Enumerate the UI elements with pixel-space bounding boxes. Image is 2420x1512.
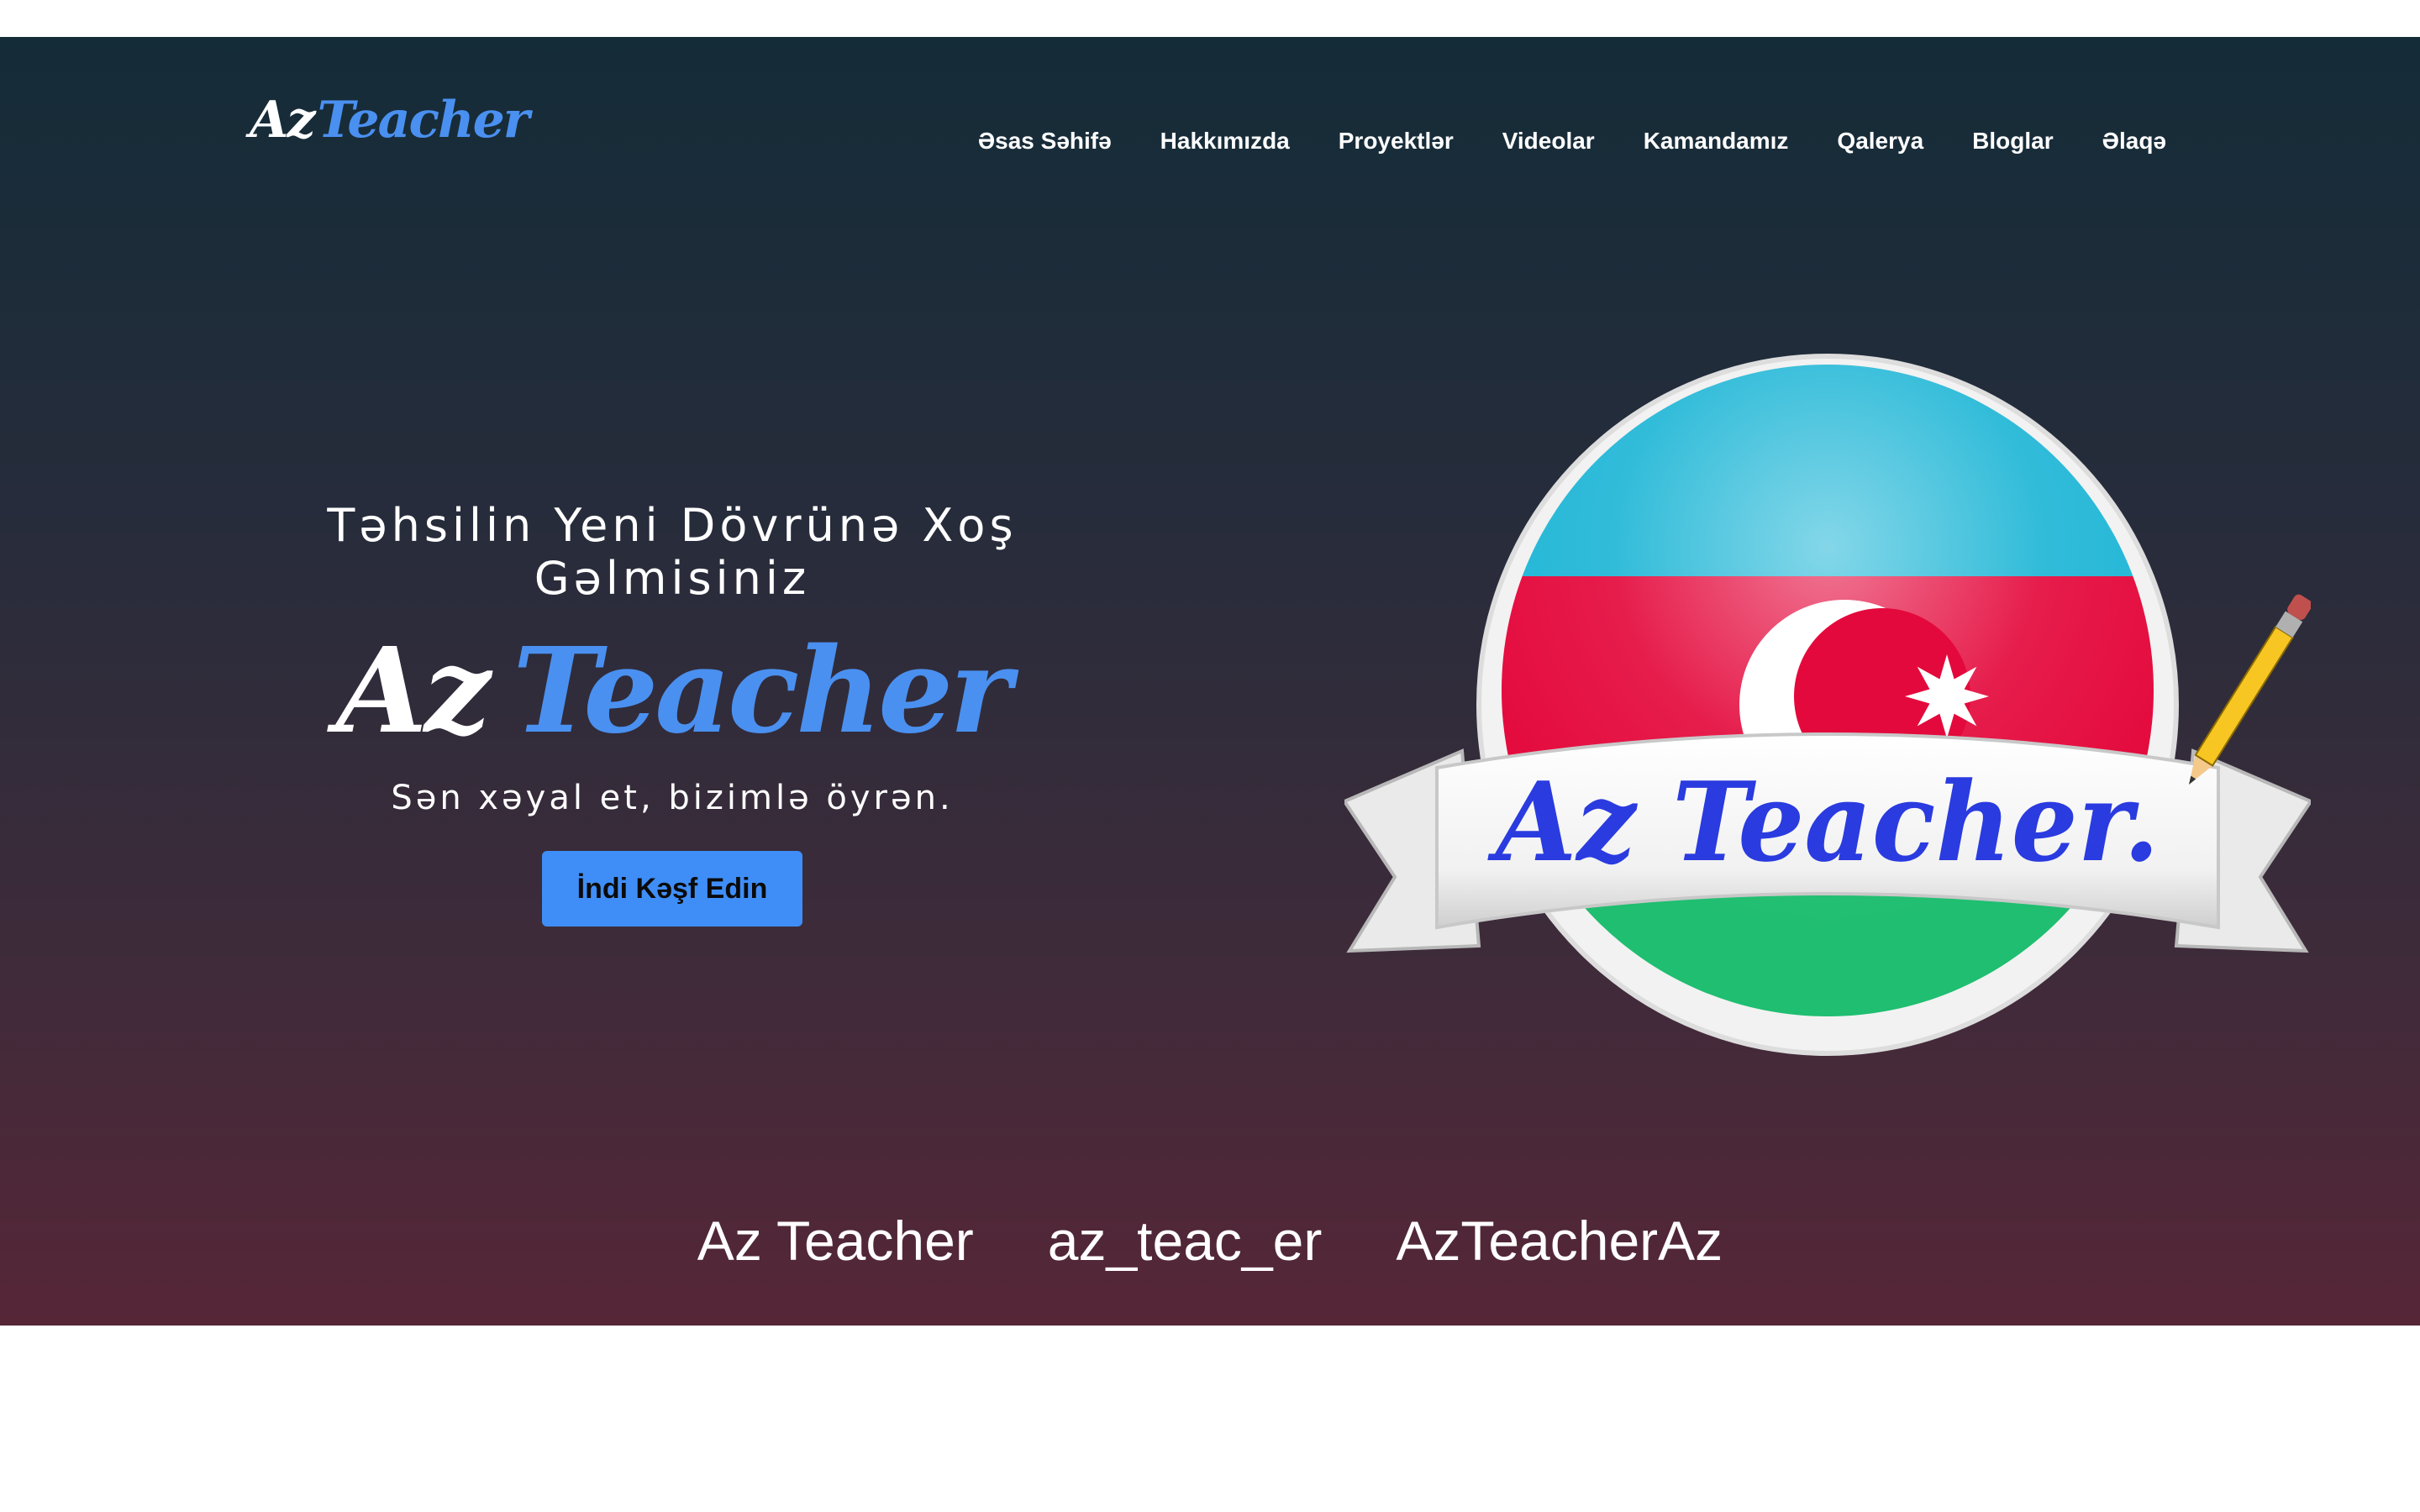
nav-gallery[interactable]: Qalerya [1837, 128, 1923, 155]
az-teacher-flag-logo: Az Teacher. [1344, 354, 2311, 1056]
brand-logo-part2: Teacher [317, 91, 530, 150]
hero-subtitle: Sən xəyal et, bizimlə öyrən. [391, 779, 954, 817]
brand-logo-part1: Az [250, 91, 316, 150]
star-icon [1905, 654, 1989, 738]
brand-logo[interactable]: Az Teacher [250, 91, 530, 175]
explore-now-button[interactable]: İndi Kəşf Edin [542, 851, 802, 927]
pencil-icon [2189, 594, 2311, 785]
main-nav: Əsas Səhifə Hakkımızda Proyektlər Videol… [978, 128, 2166, 155]
social-links: Az Teacher az_teac_er AzTeacherAz [0, 1209, 2420, 1273]
hero-title-part1: Az [336, 622, 491, 760]
nav-home[interactable]: Əsas Səhifə [978, 128, 1112, 155]
hero-tagline: Təhsilin Yeni Dövrünə Xoş Gəlmisiniz [327, 499, 1018, 605]
nav-blogs[interactable]: Bloglar [1972, 128, 2053, 155]
social-facebook-link[interactable]: Az Teacher [697, 1209, 974, 1273]
hero-title: Az Teacher [336, 630, 1012, 753]
social-youtube-link[interactable]: AzTeacherAz [1396, 1209, 1723, 1273]
nav-videos[interactable]: Videolar [1502, 128, 1595, 155]
hero-section: Az Teacher Əsas Səhifə Hakkımızda Proyek… [0, 37, 2420, 1326]
social-instagram-link[interactable]: az_teac_er [1048, 1209, 1323, 1273]
nav-team[interactable]: Kamandamız [1644, 128, 1789, 155]
nav-about[interactable]: Hakkımızda [1160, 128, 1290, 155]
hero-text: Təhsilin Yeni Dövrünə Xoş Gəlmisiniz Az T… [202, 499, 1143, 927]
nav-contact[interactable]: Əlaqə [2102, 128, 2166, 155]
logo-ribbon-text: Az Teacher. [1486, 758, 2160, 886]
nav-projects[interactable]: Proyektlər [1339, 128, 1454, 155]
hero-title-part2: Teacher [513, 622, 1012, 760]
